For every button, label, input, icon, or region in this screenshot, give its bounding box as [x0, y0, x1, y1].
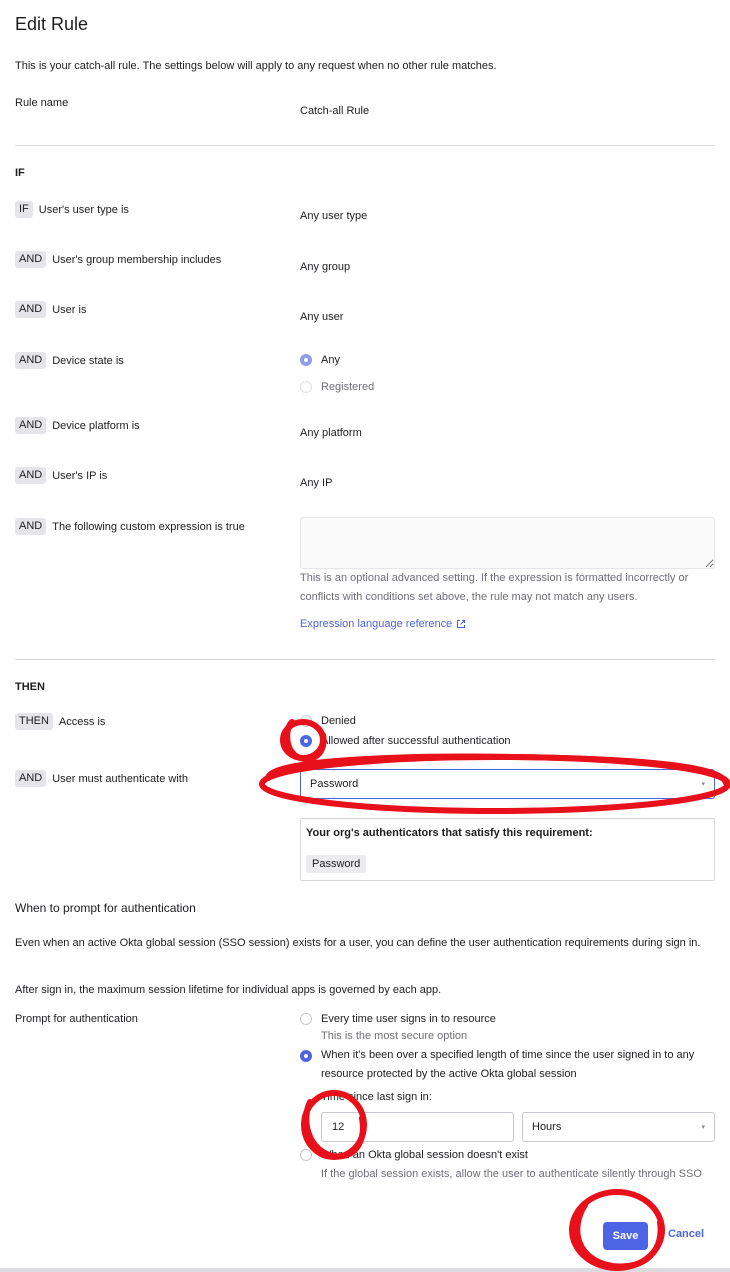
- condition-access: THEN Access is: [15, 713, 105, 730]
- radio-label: Registered: [321, 381, 375, 393]
- condition-badge: AND: [15, 518, 47, 535]
- page-description: This is your catch-all rule. The setting…: [15, 60, 497, 72]
- condition-label: User must authenticate with: [52, 772, 188, 785]
- group-value[interactable]: Any group: [300, 261, 350, 273]
- if-heading: IF: [15, 167, 25, 179]
- condition-user-is: AND User is: [15, 301, 86, 318]
- radio-label: Allowed after successful authentication: [321, 735, 511, 747]
- condition-user-ip: AND User's IP is: [15, 467, 107, 484]
- access-option-allowed[interactable]: Allowed after successful authentication: [300, 735, 511, 747]
- device-state-option-any[interactable]: Any: [300, 354, 340, 366]
- external-link-icon: [457, 619, 466, 629]
- condition-badge: THEN: [15, 713, 53, 730]
- condition-custom-expression: AND The following custom expression is t…: [15, 518, 245, 535]
- radio-button[interactable]: [300, 381, 312, 393]
- prompt-paragraph-2: After sign in, the maximum session lifet…: [15, 984, 442, 996]
- access-option-denied[interactable]: Denied: [300, 715, 356, 727]
- ip-value[interactable]: Any IP: [300, 477, 332, 489]
- user-value[interactable]: Any user: [300, 311, 343, 323]
- prompt-heading: When to prompt for authentication: [15, 901, 196, 915]
- radio-button[interactable]: [300, 1013, 312, 1025]
- condition-device-state: AND Device state is: [15, 352, 124, 369]
- radio-button[interactable]: [300, 354, 312, 366]
- condition-label: Device platform is: [52, 419, 140, 432]
- time-unit-select[interactable]: Hours ▾: [522, 1112, 715, 1142]
- condition-label: The following custom expression is true: [52, 520, 245, 533]
- condition-badge: AND: [15, 352, 47, 369]
- condition-group-membership: AND User's group membership includes: [15, 251, 221, 268]
- custom-expression-input[interactable]: [300, 517, 715, 569]
- prompt-paragraph-1: Even when an active Okta global session …: [15, 937, 701, 949]
- radio-button[interactable]: [300, 735, 312, 747]
- time-since-label: Time since last sign in:: [321, 1091, 432, 1103]
- select-value: Password: [310, 778, 359, 790]
- page-title: Edit Rule: [15, 14, 89, 34]
- condition-authenticate-with: AND User must authenticate with: [15, 770, 188, 787]
- prompt-option-time-elapsed[interactable]: When it's been over a specified length o…: [300, 1049, 711, 1084]
- select-value: Hours: [532, 1121, 562, 1133]
- radio-label: When an Okta global session doesn't exis…: [321, 1149, 528, 1161]
- rule-name-value: Catch-all Rule: [300, 105, 370, 117]
- device-state-option-registered[interactable]: Registered: [300, 381, 374, 393]
- condition-label: User's user type is: [38, 203, 129, 216]
- condition-label: User is: [52, 303, 87, 316]
- condition-label: User's group membership includes: [52, 253, 222, 266]
- platform-value[interactable]: Any platform: [300, 427, 362, 439]
- authenticators-panel: Your org's authenticators that satisfy t…: [300, 818, 715, 881]
- rule-name-label: Rule name: [15, 97, 69, 109]
- divider: [15, 659, 715, 660]
- condition-label: Access is: [58, 715, 106, 728]
- cancel-button[interactable]: Cancel: [668, 1228, 704, 1240]
- condition-badge: AND: [15, 301, 47, 318]
- prompt-label: Prompt for authentication: [15, 1013, 138, 1025]
- authenticator-chip: Password: [306, 855, 367, 873]
- condition-badge: AND: [15, 770, 47, 787]
- authenticator-select[interactable]: Password ▾: [300, 769, 715, 799]
- radio-button[interactable]: [300, 715, 312, 727]
- option-hint: This is the most secure option: [321, 1030, 468, 1042]
- chevron-down-icon: ▾: [701, 781, 705, 788]
- condition-badge: IF: [15, 201, 33, 218]
- radio-label: Every time user signs in to resource: [321, 1013, 496, 1025]
- condition-label: User's IP is: [52, 469, 108, 482]
- radio-button[interactable]: [300, 1050, 312, 1062]
- condition-user-type: IF User's user type is: [15, 201, 129, 218]
- panel-heading: Your org's authenticators that satisfy t…: [306, 827, 593, 839]
- user-type-value[interactable]: Any user type: [300, 210, 367, 222]
- radio-button[interactable]: [300, 1149, 312, 1161]
- then-heading: THEN: [15, 681, 45, 693]
- condition-device-platform: AND Device platform is: [15, 417, 140, 434]
- expression-hint: This is an optional advanced setting. If…: [300, 572, 689, 603]
- time-value-input[interactable]: [321, 1112, 514, 1142]
- expression-language-link[interactable]: Expression language reference: [300, 618, 466, 630]
- option-hint: If the global session exists, allow the …: [321, 1168, 702, 1180]
- radio-label: Any: [321, 354, 340, 366]
- prompt-option-no-session[interactable]: When an Okta global session doesn't exis…: [300, 1149, 528, 1161]
- save-button[interactable]: Save: [603, 1222, 648, 1250]
- radio-label: Denied: [321, 715, 356, 727]
- prompt-option-every-time[interactable]: Every time user signs in to resource: [300, 1013, 496, 1025]
- condition-badge: AND: [15, 251, 47, 268]
- chevron-down-icon: ▾: [701, 1124, 705, 1131]
- condition-badge: AND: [15, 417, 47, 434]
- condition-label: Device state is: [52, 354, 124, 367]
- condition-badge: AND: [15, 467, 47, 484]
- link-label: Expression language reference: [300, 618, 453, 630]
- divider: [15, 145, 715, 146]
- footer-border: [0, 1268, 730, 1272]
- radio-label: When it's been over a specified length o…: [321, 1049, 695, 1080]
